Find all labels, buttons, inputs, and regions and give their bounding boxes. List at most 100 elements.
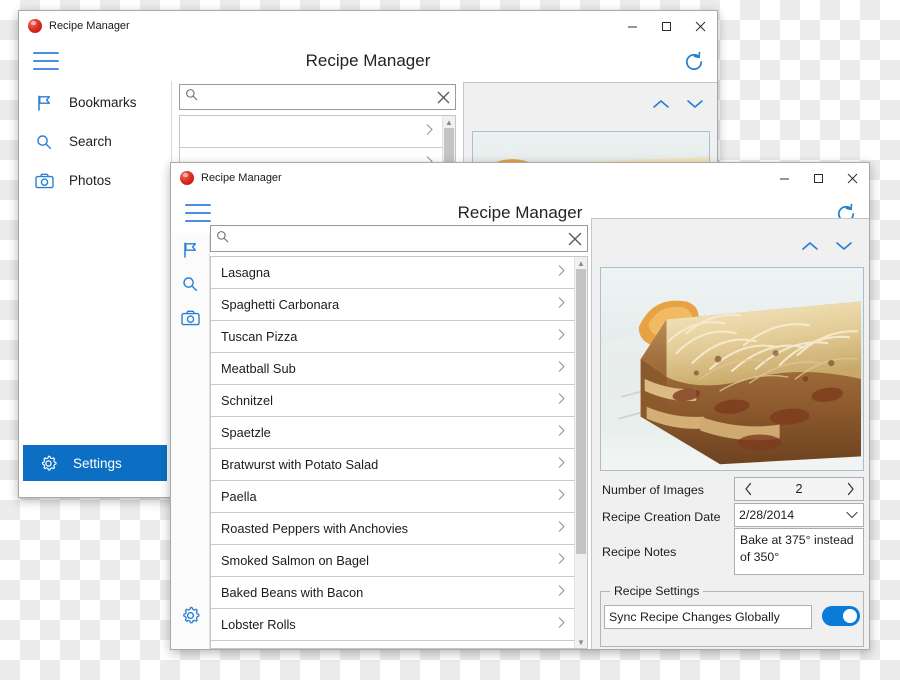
chevron-down-icon[interactable] bbox=[686, 97, 704, 115]
list-item[interactable]: Tuscan Pizza bbox=[211, 321, 574, 353]
front-window-list-scrollarea: Lasagna Spaghetti Carbonara Tuscan Pizza… bbox=[211, 257, 574, 648]
back-window-image-nav bbox=[652, 97, 704, 115]
scroll-down-arrow[interactable]: ▼ bbox=[575, 636, 587, 648]
list-item[interactable]: Bratwurst with Potato Salad bbox=[211, 449, 574, 481]
gear-icon bbox=[37, 453, 59, 473]
list-item[interactable]: Meatball Sub bbox=[211, 353, 574, 385]
search-icon bbox=[185, 88, 198, 106]
chevron-right-icon bbox=[557, 616, 566, 634]
list-item[interactable]: Schnitzel bbox=[211, 385, 574, 417]
scrollbar-thumb[interactable] bbox=[576, 269, 586, 554]
screenshot-root: Recipe Manager Recipe Manager Bookmarks … bbox=[0, 0, 900, 680]
recipe-notes-textarea[interactable]: Bake at 375° instead of 350° bbox=[734, 528, 864, 575]
images-count-spinner[interactable]: 2 bbox=[734, 477, 864, 501]
chevron-right-icon bbox=[425, 123, 434, 141]
minimize-button[interactable] bbox=[615, 11, 649, 41]
list-item[interactable]: Spaetzle bbox=[211, 417, 574, 449]
close-icon[interactable] bbox=[563, 232, 587, 246]
recipe-notes-label: Recipe Notes bbox=[602, 545, 677, 559]
back-window-titlebar[interactable]: Recipe Manager bbox=[19, 11, 717, 41]
chevron-left-icon[interactable] bbox=[735, 478, 761, 500]
sidebar-item-photos[interactable]: Photos bbox=[19, 162, 171, 199]
list-item[interactable]: Baked Beans with Bacon bbox=[211, 577, 574, 609]
chevron-right-icon bbox=[557, 392, 566, 410]
maximize-button[interactable] bbox=[649, 11, 683, 41]
gear-icon bbox=[181, 606, 200, 630]
back-window-sidebar: Bookmarks Search Photos Settings bbox=[19, 81, 172, 497]
sync-setting-field[interactable]: Sync Recipe Changes Globally bbox=[604, 605, 812, 629]
toggle-knob bbox=[843, 609, 857, 623]
sync-toggle-switch[interactable] bbox=[822, 606, 860, 626]
list-item[interactable]: Lasagna bbox=[211, 257, 574, 289]
minimize-button[interactable] bbox=[767, 163, 801, 193]
search-input[interactable] bbox=[198, 90, 431, 104]
scroll-up-arrow[interactable]: ▲ bbox=[575, 257, 587, 269]
hamburger-icon[interactable] bbox=[33, 52, 59, 70]
list-item-label: Spaghetti Carbonara bbox=[221, 297, 340, 312]
list-item-label: Paella bbox=[221, 489, 257, 504]
list-item[interactable]: Lobster Rolls bbox=[211, 609, 574, 641]
recipe-settings-title: Recipe Settings bbox=[610, 584, 704, 598]
creation-date-value: 2/28/2014 bbox=[739, 508, 795, 522]
search-input[interactable] bbox=[229, 231, 563, 246]
sidebar-item-search[interactable]: Search bbox=[19, 123, 171, 160]
back-window-appbar-title: Recipe Manager bbox=[305, 51, 431, 70]
rail-item-search[interactable] bbox=[171, 269, 209, 303]
front-window-icon-rail bbox=[171, 233, 210, 649]
chevron-right-icon[interactable] bbox=[837, 478, 863, 500]
lasagna-photo bbox=[601, 268, 863, 470]
maximize-button[interactable] bbox=[801, 163, 835, 193]
scroll-up-arrow[interactable]: ▲ bbox=[443, 116, 455, 128]
list-item-label: Tuscan Pizza bbox=[221, 329, 298, 344]
flag-icon bbox=[33, 93, 55, 113]
front-window-list-scrollbar[interactable]: ▲ ▼ bbox=[574, 257, 587, 648]
list-item-label: Schnitzel bbox=[221, 393, 273, 408]
chevron-up-icon[interactable] bbox=[652, 97, 670, 115]
chevron-right-icon bbox=[557, 296, 566, 314]
chevron-up-icon[interactable] bbox=[801, 239, 819, 257]
list-item[interactable]: Spaghetti Carbonara bbox=[211, 289, 574, 321]
sync-setting-label: Sync Recipe Changes Globally bbox=[609, 610, 780, 624]
sidebar-item-settings[interactable]: Settings bbox=[23, 445, 167, 481]
front-window-search-box[interactable] bbox=[210, 225, 588, 252]
search-icon bbox=[33, 132, 55, 152]
back-window-search-box[interactable] bbox=[179, 84, 456, 110]
list-item[interactable]: Smoked Salmon on Bagel bbox=[211, 545, 574, 577]
chevron-right-icon bbox=[557, 584, 566, 602]
close-icon[interactable] bbox=[431, 91, 455, 104]
list-item-label: Lobster Rolls bbox=[221, 617, 296, 632]
creation-date-label: Recipe Creation Date bbox=[602, 510, 721, 524]
camera-icon bbox=[33, 171, 55, 191]
images-count-label: Number of Images bbox=[602, 483, 704, 497]
list-item[interactable]: Roasted Peppers with Anchovies bbox=[211, 513, 574, 545]
list-item-label: Smoked Salmon on Bagel bbox=[221, 553, 369, 568]
rail-item-photos[interactable] bbox=[171, 303, 209, 337]
refresh-icon[interactable] bbox=[683, 51, 705, 78]
front-window-list[interactable]: Lasagna Spaghetti Carbonara Tuscan Pizza… bbox=[210, 256, 588, 649]
search-icon bbox=[216, 230, 229, 248]
sidebar-item-label: Bookmarks bbox=[69, 95, 137, 110]
list-item-label: Baked Beans with Bacon bbox=[221, 585, 364, 600]
chevron-right-icon bbox=[557, 552, 566, 570]
list-item-label: Lasagna bbox=[221, 265, 271, 280]
chevron-right-icon bbox=[557, 264, 566, 282]
chevron-right-icon bbox=[557, 424, 566, 442]
list-item[interactable]: Paella bbox=[211, 481, 574, 513]
list-item[interactable] bbox=[180, 116, 442, 148]
chevron-down-icon[interactable] bbox=[835, 239, 853, 257]
close-button[interactable] bbox=[683, 11, 717, 41]
front-window-recipe-photo[interactable] bbox=[600, 267, 864, 471]
close-button[interactable] bbox=[835, 163, 869, 193]
chevron-down-icon[interactable] bbox=[841, 511, 863, 519]
list-item-label: Spaetzle bbox=[221, 425, 271, 440]
front-window[interactable]: Recipe Manager Recipe Manager Lasagna Sp… bbox=[170, 162, 870, 650]
chevron-right-icon bbox=[557, 328, 566, 346]
back-window-title: Recipe Manager bbox=[49, 20, 130, 32]
front-window-titlebar[interactable]: Recipe Manager bbox=[171, 163, 869, 193]
rail-item-bookmarks[interactable] bbox=[171, 235, 209, 269]
rail-item-settings[interactable] bbox=[171, 601, 209, 635]
hamburger-icon[interactable] bbox=[185, 204, 211, 222]
sidebar-item-bookmarks[interactable]: Bookmarks bbox=[19, 84, 171, 121]
recipe-app-icon bbox=[180, 171, 194, 185]
creation-date-combobox[interactable]: 2/28/2014 bbox=[734, 503, 864, 527]
